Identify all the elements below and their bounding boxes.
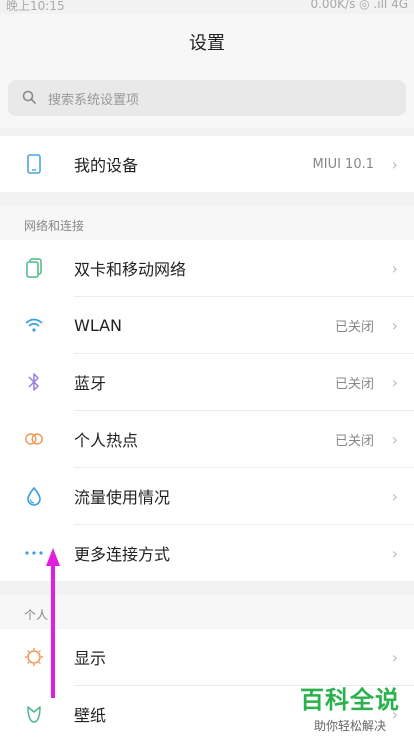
chevron-right-icon: › — [391, 543, 398, 563]
annotation-arrow-icon — [46, 548, 60, 698]
chevron-right-icon: › — [391, 315, 398, 335]
display-icon — [24, 647, 44, 667]
hotspot-status: 已关闭 — [334, 433, 374, 449]
wallpaper-icon — [24, 704, 44, 724]
dual-sim-label: 双卡和移动网络 — [74, 260, 187, 279]
search-area: 搜索系统设置项 — [0, 70, 414, 128]
my-device-item[interactable]: 我的设备 MIUI 10.1 › — [0, 136, 414, 192]
dual-sim-icon — [24, 258, 44, 278]
data-usage-item[interactable]: 流量使用情况 › — [0, 468, 414, 524]
status-bar: 晚上10:15 0.00K/s ◎ .ıll 4G — [0, 0, 414, 14]
data-usage-label: 流量使用情况 — [74, 488, 171, 507]
phone-icon — [24, 154, 44, 174]
hotspot-item[interactable]: 个人热点 已关闭 › — [0, 411, 414, 467]
my-device-label: 我的设备 — [74, 156, 139, 175]
search-input[interactable]: 搜索系统设置项 — [8, 80, 406, 116]
section-header-network: 网络和连接 — [0, 206, 414, 240]
more-connections-label: 更多连接方式 — [74, 545, 171, 564]
hotspot-icon — [24, 429, 44, 449]
header: 设置 — [0, 14, 414, 70]
spacer — [0, 128, 414, 136]
search-placeholder: 搜索系统设置项 — [48, 92, 140, 108]
chevron-right-icon: › — [391, 258, 398, 278]
status-indicators: 0.00K/s ◎ .ıll 4G — [310, 0, 408, 11]
bluetooth-status: 已关闭 — [334, 376, 374, 392]
wlan-label: WLAN — [74, 315, 123, 335]
wlan-status: 已关闭 — [334, 319, 374, 335]
watermark-main: 百科全说 — [300, 686, 400, 714]
chevron-right-icon: › — [391, 647, 398, 667]
chevron-right-icon: › — [391, 372, 398, 392]
chevron-right-icon: › — [391, 486, 398, 506]
my-device-value: MIUI 10.1 — [312, 156, 374, 172]
hotspot-label: 个人热点 — [74, 431, 139, 450]
chevron-right-icon: › — [391, 429, 398, 449]
more-icon — [24, 543, 44, 563]
spacer — [0, 581, 414, 595]
more-connections-item[interactable]: 更多连接方式 › — [0, 525, 414, 581]
spacer — [0, 192, 414, 206]
wlan-item[interactable]: WLAN 已关闭 › — [0, 297, 414, 353]
watermark-sub: 助你轻松解决 — [313, 719, 386, 733]
bluetooth-icon — [24, 372, 44, 392]
watermark-logo: 百科全说 助你轻松解决 — [300, 680, 400, 734]
page-title: 设置 — [189, 33, 225, 54]
status-time: 晚上10:15 — [6, 0, 65, 13]
dual-sim-item[interactable]: 双卡和移动网络 › — [0, 240, 414, 296]
bluetooth-label: 蓝牙 — [74, 374, 107, 393]
bluetooth-item[interactable]: 蓝牙 已关闭 › — [0, 354, 414, 410]
section-header-personal: 个人 — [0, 595, 414, 629]
display-label: 显示 — [74, 649, 107, 668]
data-usage-icon — [24, 486, 44, 506]
search-icon — [22, 89, 36, 108]
wallpaper-label: 壁纸 — [74, 706, 107, 725]
display-item[interactable]: 显示 › — [0, 629, 414, 685]
wifi-icon — [24, 315, 44, 335]
chevron-right-icon: › — [391, 154, 398, 174]
